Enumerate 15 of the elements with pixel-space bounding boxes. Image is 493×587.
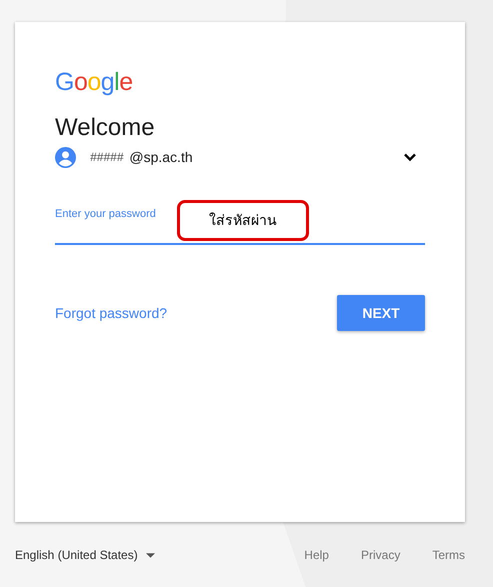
footer-link[interactable]: Help bbox=[304, 546, 329, 564]
next-button[interactable]: NEXT bbox=[337, 295, 425, 331]
caret-icon bbox=[146, 552, 155, 558]
account-icon bbox=[55, 146, 76, 168]
account-email: @sp.ac.th bbox=[129, 148, 193, 167]
field-label: Enter your password bbox=[55, 207, 156, 222]
footer-link[interactable]: Privacy bbox=[360, 546, 400, 564]
logo: Google bbox=[55, 68, 133, 96]
welcome-title: Welcome bbox=[55, 114, 155, 142]
forgot-password-link[interactable]: Forgot password? bbox=[55, 302, 168, 324]
language-selector[interactable]: English (United States) bbox=[15, 546, 155, 564]
password-field[interactable]: Enter your password ใส่รหัสผ่าน bbox=[55, 204, 425, 245]
account-name: ##### bbox=[90, 149, 124, 166]
annotation-text: ใส่รหัสผ่าน bbox=[209, 211, 277, 230]
footer-link[interactable]: Terms bbox=[432, 546, 465, 564]
